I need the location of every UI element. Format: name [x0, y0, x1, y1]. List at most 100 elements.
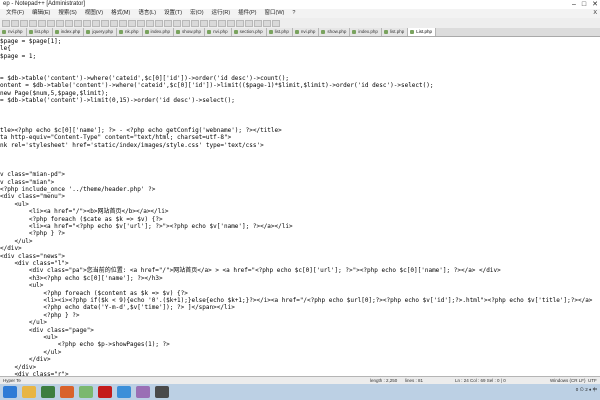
file-icon: [2, 30, 6, 34]
tab-12[interactable]: index.php: [350, 28, 382, 36]
menu-window[interactable]: 窗口(W): [261, 9, 289, 18]
tab-6[interactable]: show.php: [174, 28, 206, 36]
status-lines: lines : 81: [405, 378, 424, 383]
word-wrap-icon[interactable]: [164, 19, 172, 27]
file-icon: [176, 30, 181, 34]
tab-14[interactable]: List.php: [408, 28, 436, 36]
tab-label: index.php: [150, 29, 171, 34]
maximize-button[interactable]: □: [582, 0, 586, 9]
file-icon: [144, 30, 149, 34]
tab-label: list.php: [34, 29, 49, 34]
menu-edit[interactable]: 编辑(E): [28, 9, 54, 18]
copy-icon[interactable]: [74, 19, 82, 27]
tab-label: nk.php: [125, 29, 139, 34]
indent-guide-icon[interactable]: [182, 19, 190, 27]
tab-4[interactable]: nk.php: [117, 28, 143, 36]
tab-1[interactable]: list.php: [26, 28, 53, 36]
close-all-icon[interactable]: [47, 19, 55, 27]
code-line: $page = 1;: [0, 52, 37, 60]
tab-8[interactable]: section.php: [231, 28, 267, 36]
record-macro-icon[interactable]: [236, 19, 244, 27]
taskbar-record-icon[interactable]: [98, 386, 112, 398]
tab-label: list.php: [274, 29, 289, 34]
show-all-icon[interactable]: [173, 19, 181, 27]
monitor-icon[interactable]: [227, 19, 235, 27]
taskbar-ie-icon[interactable]: [117, 386, 131, 398]
file-icon: [321, 30, 326, 34]
file-icon: [207, 30, 212, 34]
taskbar-windows-start-icon[interactable]: [3, 386, 17, 398]
taskbar-terminal-icon[interactable]: [155, 386, 169, 398]
find-icon[interactable]: [110, 19, 118, 27]
taskbar-folder-icon[interactable]: [22, 386, 36, 398]
menu-bar: 文件(F) 编辑(E) 搜索(S) 视图(V) 格式(M) 语言(L) 设置(T…: [0, 9, 600, 18]
lang-define-icon[interactable]: [191, 19, 199, 27]
file-icon: [410, 30, 415, 34]
tab-7[interactable]: nvi.php: [205, 28, 232, 36]
redo-icon[interactable]: [101, 19, 109, 27]
open-file-icon[interactable]: [11, 19, 19, 27]
menu-macro[interactable]: 宏(O): [186, 9, 207, 18]
taskbar-notepad-icon[interactable]: [79, 386, 93, 398]
minimize-button[interactable]: –: [572, 0, 576, 9]
play-multiple-icon[interactable]: [263, 19, 271, 27]
zoom-out-icon[interactable]: [137, 19, 145, 27]
stop-macro-icon[interactable]: [245, 19, 253, 27]
new-file-icon[interactable]: [2, 19, 10, 27]
tab-13[interactable]: list.php: [381, 28, 409, 36]
code-editor[interactable]: $page = $page[1]; le{$page = 1; = $db->tab…: [0, 37, 600, 376]
file-icon: [294, 30, 299, 34]
print-icon[interactable]: [56, 19, 64, 27]
paste-icon[interactable]: [83, 19, 91, 27]
menu-language[interactable]: 语言(L): [134, 9, 160, 18]
menu-close-doc[interactable]: X: [589, 9, 600, 18]
menu-view[interactable]: 视图(V): [81, 9, 107, 18]
tab-label: jquery.php: [92, 29, 113, 34]
menu-search[interactable]: 搜索(S): [54, 9, 80, 18]
replace-icon[interactable]: [119, 19, 127, 27]
sync-v-icon[interactable]: [146, 19, 154, 27]
taskbar-media-player-icon[interactable]: [41, 386, 55, 398]
file-icon: [119, 30, 123, 34]
taskbar-photo-icon[interactable]: [136, 386, 150, 398]
file-icon: [86, 30, 91, 34]
tab-9[interactable]: list.php: [266, 28, 293, 36]
file-icon: [28, 30, 33, 34]
menu-plugins[interactable]: 插件(P): [234, 9, 260, 18]
status-position: Ln : 24 Col : 69 Sel : 0 | 0: [455, 378, 506, 383]
menu-file[interactable]: 文件(F): [2, 9, 28, 18]
tab-label: show.php: [182, 29, 202, 34]
window-title: ep - Notepad++ [Administrator]: [3, 1, 86, 7]
tab-10[interactable]: nvi.php: [292, 28, 320, 36]
tab-label: nvi.php: [300, 29, 316, 34]
tab-5[interactable]: index.php: [142, 28, 175, 36]
code-line: nk rel='stylesheet' href='static/index/i…: [0, 141, 264, 149]
file-icon: [54, 30, 59, 34]
function-list-icon[interactable]: [209, 19, 217, 27]
taskbar: 0 ⊙ 2 ♦ 中: [0, 384, 600, 400]
tab-11[interactable]: show.php: [319, 28, 351, 36]
tab-0[interactable]: nvi.php: [0, 28, 27, 36]
sync-h-icon[interactable]: [155, 19, 163, 27]
undo-icon[interactable]: [92, 19, 100, 27]
status-length: length : 2,250: [370, 378, 398, 383]
status-file-type: Hyper Te: [3, 378, 21, 383]
save-macro-icon[interactable]: [272, 19, 280, 27]
tab-2[interactable]: index.php: [52, 28, 85, 36]
tab-3[interactable]: jquery.php: [84, 28, 117, 36]
menu-run[interactable]: 运行(R): [208, 9, 235, 18]
menu-help[interactable]: ?: [288, 9, 299, 18]
close-button[interactable]: ✕: [592, 0, 598, 9]
save-file-icon[interactable]: [20, 19, 28, 27]
folder-workspace-icon[interactable]: [218, 19, 226, 27]
cut-icon[interactable]: [65, 19, 73, 27]
menu-settings[interactable]: 设置(T): [160, 9, 186, 18]
zoom-in-icon[interactable]: [128, 19, 136, 27]
play-macro-icon[interactable]: [254, 19, 262, 27]
close-file-icon[interactable]: [38, 19, 46, 27]
doc-map-icon[interactable]: [200, 19, 208, 27]
menu-format[interactable]: 格式(M): [107, 9, 134, 18]
save-all-icon[interactable]: [29, 19, 37, 27]
taskbar-firefox-icon[interactable]: [60, 386, 74, 398]
status-eol: Windows (CR LF): [550, 378, 586, 383]
